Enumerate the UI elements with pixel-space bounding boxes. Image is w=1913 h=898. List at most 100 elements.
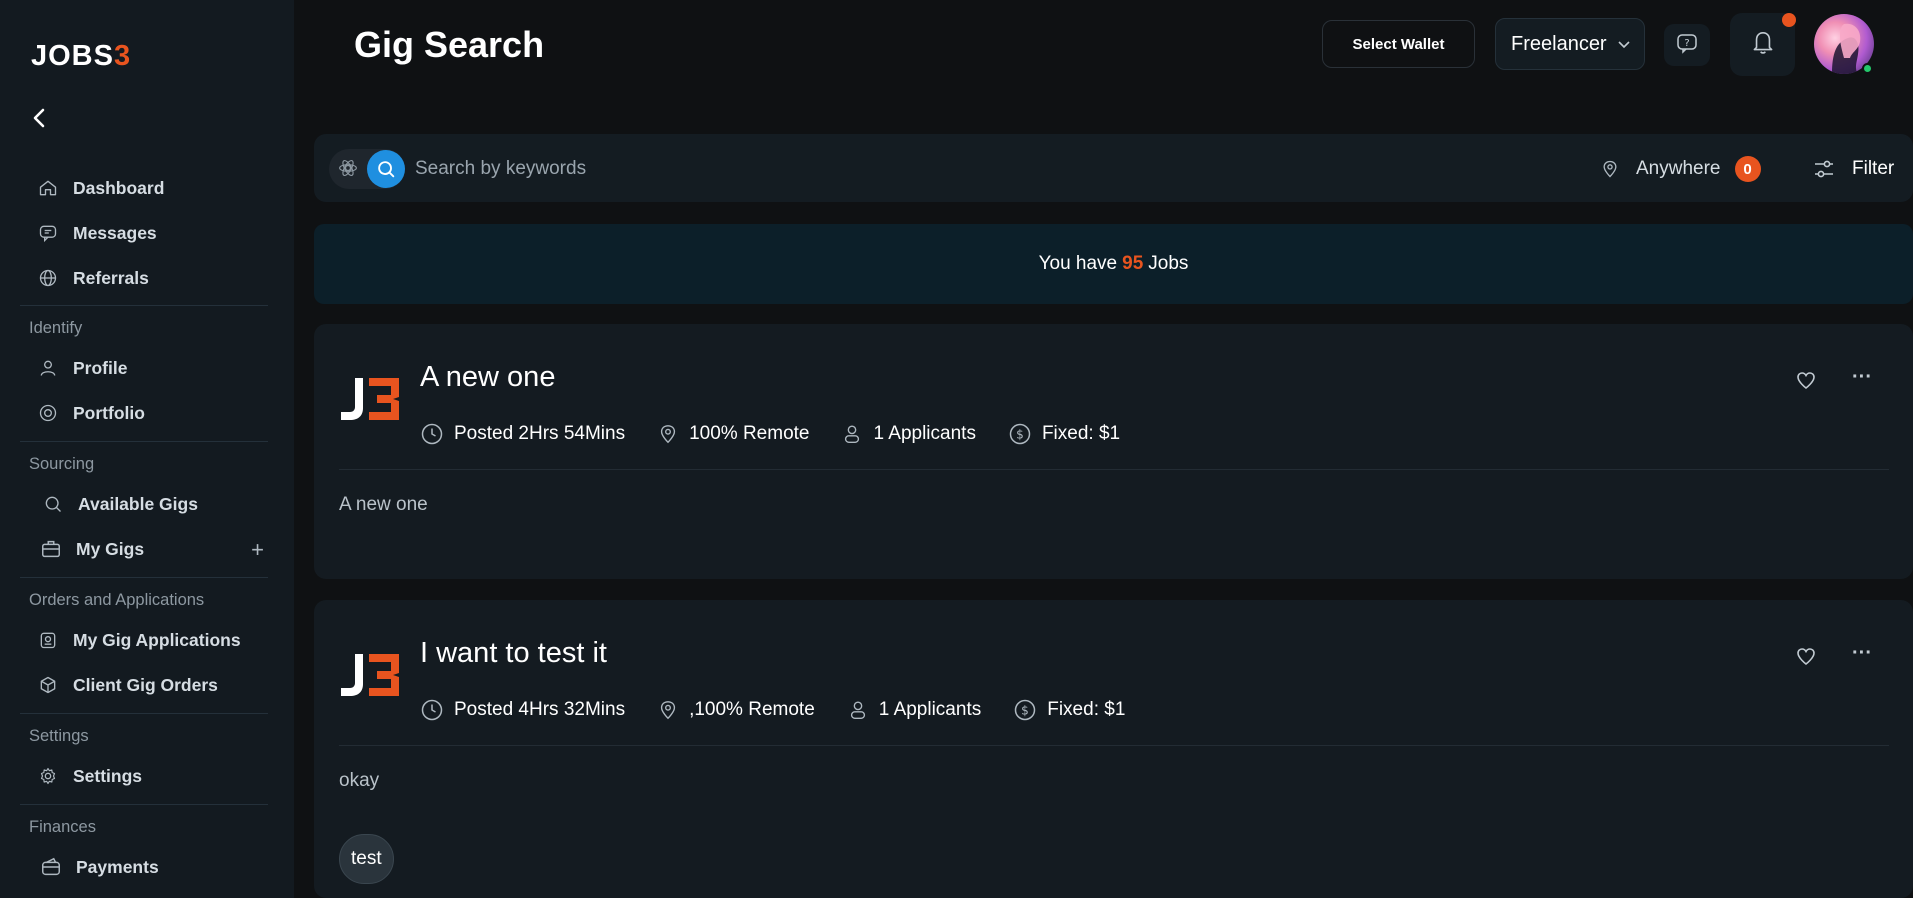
collapse-sidebar-icon[interactable] bbox=[30, 106, 50, 132]
sidebar-divider bbox=[20, 305, 268, 306]
posted-time: Posted 2Hrs 54Mins bbox=[420, 422, 625, 446]
sidebar-item-label: Dashboard bbox=[73, 177, 165, 198]
sidebar-item-my-gigs[interactable]: My Gigs + bbox=[20, 529, 268, 569]
sidebar-item-label: Messages bbox=[73, 222, 157, 243]
more-options-icon[interactable]: ··· bbox=[1850, 643, 1874, 670]
home-icon bbox=[37, 177, 59, 199]
chevron-down-icon bbox=[1617, 36, 1631, 52]
sidebar-item-label: My Gigs bbox=[76, 538, 145, 559]
dollar-icon: $ bbox=[1008, 422, 1032, 446]
section-label-orders: Orders and Applications bbox=[29, 591, 205, 609]
clock-icon bbox=[420, 422, 444, 446]
sidebar-item-profile[interactable]: Profile bbox=[20, 348, 268, 388]
skill-tag[interactable]: test bbox=[339, 834, 394, 884]
sidebar-item-label: Settings bbox=[73, 765, 143, 786]
banner-suffix: Jobs bbox=[1148, 253, 1189, 274]
posted-time: Posted 4Hrs 32Mins bbox=[420, 698, 625, 722]
company-logo bbox=[339, 376, 401, 422]
heart-icon[interactable] bbox=[1794, 368, 1818, 392]
more-options-icon[interactable]: ··· bbox=[1850, 367, 1874, 394]
notification-badge bbox=[1782, 13, 1796, 27]
user-icon bbox=[37, 357, 59, 379]
sidebar-divider bbox=[20, 804, 268, 805]
section-label-finances: Finances bbox=[29, 818, 96, 836]
applicants-count: 1 Applicants bbox=[841, 422, 976, 446]
target-icon bbox=[37, 402, 59, 424]
select-wallet-button[interactable]: Select Wallet bbox=[1322, 20, 1475, 68]
job-price: $ Fixed: $1 bbox=[1013, 698, 1125, 722]
sidebar-item-dashboard[interactable]: Dashboard bbox=[20, 168, 268, 208]
sidebar-item-label: Client Gig Orders bbox=[73, 674, 218, 695]
dollar-icon: $ bbox=[1013, 698, 1037, 722]
section-label-sourcing: Sourcing bbox=[29, 455, 95, 473]
user-icon bbox=[841, 422, 863, 446]
job-location: 100% Remote bbox=[657, 422, 809, 446]
applicants-count: 1 Applicants bbox=[847, 698, 981, 722]
filter-button[interactable]: Filter bbox=[1812, 153, 1894, 185]
card-divider bbox=[339, 745, 1889, 746]
sidebar-divider bbox=[20, 577, 268, 578]
page-title: Gig Search bbox=[354, 24, 545, 65]
clock-icon bbox=[420, 698, 444, 722]
search-input[interactable] bbox=[415, 152, 975, 186]
wallet-icon bbox=[40, 856, 62, 878]
jobs-count: 95 bbox=[1122, 253, 1144, 274]
sidebar-item-referrals[interactable]: Referrals bbox=[20, 258, 268, 298]
sidebar-divider bbox=[20, 441, 268, 442]
job-price: $ Fixed: $1 bbox=[1008, 422, 1120, 446]
ai-sparkle-icon bbox=[338, 158, 358, 178]
company-logo bbox=[339, 652, 401, 698]
message-icon bbox=[37, 222, 59, 244]
user-icon bbox=[847, 698, 869, 722]
section-label-identify: Identify bbox=[29, 319, 83, 337]
sidebar-item-label: Profile bbox=[73, 357, 128, 378]
sidebar-item-client-gig-orders[interactable]: Client Gig Orders bbox=[20, 665, 268, 705]
add-gig-icon[interactable]: + bbox=[251, 537, 264, 563]
sidebar-item-my-gig-applications[interactable]: My Gig Applications bbox=[20, 620, 268, 660]
svg-text:$: $ bbox=[1021, 704, 1029, 718]
sidebar-item-messages[interactable]: Messages bbox=[20, 213, 268, 253]
sidebar-item-portfolio[interactable]: Portfolio bbox=[20, 393, 268, 433]
sliders-icon bbox=[1812, 157, 1836, 181]
app-logo[interactable]: JOBS3 bbox=[31, 40, 131, 73]
section-label-settings: Settings bbox=[29, 727, 89, 745]
sidebar-item-label: Portfolio bbox=[73, 402, 145, 423]
job-description: okay bbox=[339, 770, 380, 791]
job-location: ,100% Remote bbox=[657, 698, 815, 722]
sidebar-item-label: My Gig Applications bbox=[73, 629, 241, 650]
card-divider bbox=[339, 469, 1889, 470]
help-chat-icon: ? bbox=[1675, 31, 1699, 60]
jobs-count-banner: You have 95 Jobs bbox=[314, 224, 1913, 304]
sidebar-item-settings[interactable]: Settings bbox=[20, 756, 268, 796]
job-title[interactable]: A new one bbox=[420, 361, 555, 394]
role-select[interactable]: Freelancer bbox=[1495, 18, 1645, 70]
svg-text:?: ? bbox=[1684, 38, 1689, 49]
globe-icon bbox=[37, 267, 59, 289]
bell-icon bbox=[1750, 28, 1776, 61]
box-icon bbox=[37, 674, 59, 696]
role-select-value: Freelancer bbox=[1511, 32, 1607, 55]
location-pin-icon bbox=[1600, 158, 1620, 180]
svg-text:$: $ bbox=[1016, 428, 1024, 442]
sidebar-item-label: Payments bbox=[76, 856, 159, 877]
gear-icon bbox=[37, 765, 59, 787]
briefcase-icon bbox=[40, 538, 62, 560]
job-title[interactable]: I want to test it bbox=[420, 637, 607, 670]
help-chat-button[interactable]: ? bbox=[1664, 24, 1710, 66]
sidebar-divider bbox=[20, 713, 268, 714]
location-count-badge: 0 bbox=[1734, 156, 1761, 182]
search-icon bbox=[42, 493, 64, 515]
location-pin-icon bbox=[657, 698, 679, 722]
location-selector[interactable]: Anywhere 0 bbox=[1600, 153, 1761, 185]
sidebar: JOBS3 Dashboard Messages Referrals Ident… bbox=[0, 0, 294, 898]
sidebar-item-available-gigs[interactable]: Available Gigs bbox=[20, 484, 268, 524]
job-meta: Posted 2Hrs 54Mins 100% Remote 1 Applica… bbox=[420, 419, 1152, 449]
job-description: A new one bbox=[339, 494, 428, 515]
heart-icon[interactable] bbox=[1794, 644, 1818, 668]
location-label: Anywhere bbox=[1636, 158, 1721, 179]
application-icon bbox=[37, 629, 59, 651]
sidebar-item-label: Available Gigs bbox=[78, 493, 198, 514]
sidebar-item-payments[interactable]: Payments bbox=[20, 847, 268, 887]
sidebar-item-label: Referrals bbox=[73, 267, 149, 288]
search-icon[interactable] bbox=[367, 150, 405, 188]
